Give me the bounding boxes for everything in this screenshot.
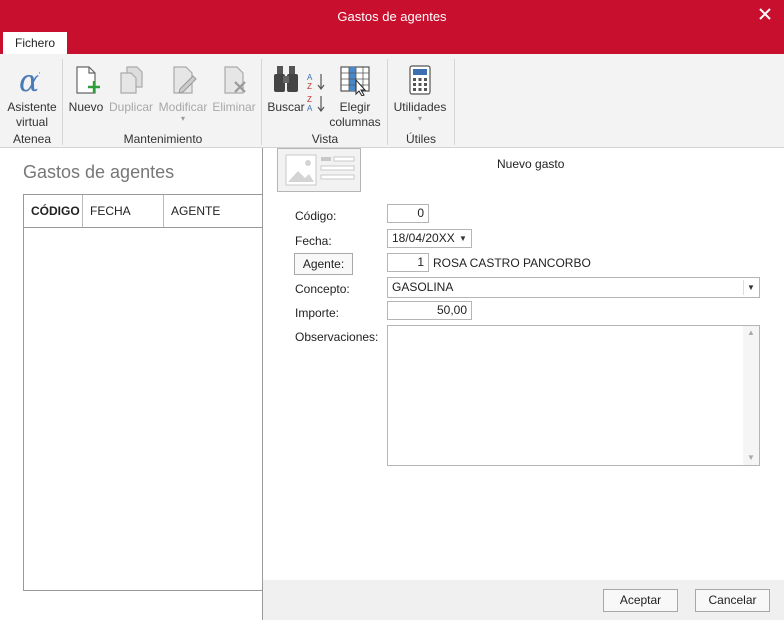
observaciones-textarea[interactable]: ▲ ▼ <box>387 325 760 466</box>
concepto-select[interactable]: GASOLINA ▼ <box>387 277 760 298</box>
observaciones-scrollbar[interactable]: ▲ ▼ <box>743 326 759 465</box>
sort-za-icon[interactable]: Z A <box>307 94 327 117</box>
observaciones-label: Observaciones: <box>295 330 379 344</box>
fecha-date-picker[interactable]: 18/04/20XX ▼ <box>387 229 472 248</box>
list-pane: Gastos de agentes CÓDIGO FECHA AGENTE <box>0 148 263 620</box>
scroll-down-icon[interactable]: ▼ <box>743 451 759 465</box>
form-title: Nuevo gasto <box>497 157 565 171</box>
group-label-utiles: Útiles <box>405 132 436 146</box>
image-card-icon <box>285 154 355 186</box>
utilidades-label: Utilidades <box>393 100 447 114</box>
concepto-label: Concepto: <box>295 282 350 296</box>
calculator-icon <box>409 65 431 95</box>
importe-field[interactable]: 50,00 <box>387 301 472 320</box>
modificar-button[interactable]: Modificar ▾ <box>156 64 210 123</box>
duplicar-button[interactable]: Duplicar <box>107 64 155 115</box>
duplicate-icon <box>120 66 143 94</box>
modificar-label: Modificar <box>158 100 208 114</box>
list-title: Gastos de agentes <box>23 162 175 182</box>
dialog-footer: Aceptar Cancelar <box>263 580 784 620</box>
asistente-label-2: virtual <box>15 115 48 129</box>
detail-pane: Nuevo gasto Código: 0 Fecha: 18/04/20XX … <box>263 148 784 620</box>
agente-code-field[interactable]: 1 <box>387 253 429 272</box>
ribbon-separator <box>261 59 262 145</box>
ribbon-separator <box>387 59 388 145</box>
buscar-label: Buscar <box>267 100 305 114</box>
accept-button[interactable]: Aceptar <box>603 589 678 612</box>
svg-text:·: · <box>38 69 41 79</box>
svg-text:Z: Z <box>307 95 312 104</box>
group-label-vista: Vista <box>311 132 339 146</box>
scroll-up-icon[interactable]: ▲ <box>743 326 759 340</box>
svg-text:A: A <box>307 73 313 82</box>
tab-fichero[interactable]: Fichero <box>3 32 67 54</box>
cancel-button[interactable]: Cancelar <box>695 589 770 612</box>
sort-az-icon[interactable]: A Z <box>307 72 327 95</box>
utilidades-button[interactable]: Utilidades ▾ <box>391 64 449 123</box>
alpha-icon: α · <box>19 64 41 96</box>
close-icon[interactable] <box>754 3 778 27</box>
buscar-button[interactable]: Buscar <box>265 64 307 115</box>
title-bar: Gastos de agentes <box>0 0 784 32</box>
asistente-label-1: Asistente <box>7 100 57 114</box>
importe-label: Importe: <box>295 306 340 320</box>
elegir-columnas-button[interactable]: Elegir columnas <box>329 64 381 130</box>
agente-button[interactable]: Agente: <box>294 253 353 275</box>
ribbon: α · Asistente virtual Atenea Nuevo Dupli… <box>0 54 784 148</box>
elegir-label-2: columnas <box>329 115 381 129</box>
concepto-value: GASOLINA <box>392 280 454 294</box>
codigo-field[interactable]: 0 <box>387 204 429 223</box>
concepto-dropdown-icon[interactable]: ▼ <box>743 280 758 295</box>
grid-header: CÓDIGO FECHA AGENTE <box>24 195 262 228</box>
asistente-virtual-button[interactable]: α · Asistente virtual <box>4 64 60 130</box>
nuevo-label: Nuevo <box>68 100 104 114</box>
group-label-mantenimiento: Mantenimiento <box>123 132 203 146</box>
column-header-codigo[interactable]: CÓDIGO <box>24 195 83 227</box>
svg-text:α: α <box>19 64 39 96</box>
column-header-agente[interactable]: AGENTE <box>164 195 262 227</box>
nuevo-button[interactable]: Nuevo <box>67 64 105 115</box>
fecha-dropdown-icon[interactable]: ▼ <box>456 231 470 246</box>
new-document-icon <box>76 66 100 94</box>
ribbon-tabstrip: Fichero <box>0 32 784 54</box>
delete-document-icon <box>224 66 246 94</box>
edit-document-icon <box>173 66 197 94</box>
record-image-placeholder[interactable] <box>277 148 361 192</box>
svg-text:A: A <box>307 104 313 113</box>
column-header-fecha[interactable]: FECHA <box>83 195 164 227</box>
modificar-dropdown-icon: ▾ <box>180 114 185 123</box>
columns-icon <box>340 66 370 96</box>
group-label-atenea: Atenea <box>12 132 52 146</box>
fecha-label: Fecha: <box>295 234 332 248</box>
eliminar-label: Eliminar <box>212 100 256 114</box>
fecha-value: 18/04/20XX <box>392 231 455 245</box>
ribbon-separator <box>454 59 455 145</box>
utilidades-dropdown-icon: ▾ <box>417 114 422 123</box>
ribbon-separator <box>62 59 63 145</box>
svg-text:Z: Z <box>307 82 312 91</box>
binoculars-icon <box>274 66 298 92</box>
agente-name: ROSA CASTRO PANCORBO <box>433 256 591 270</box>
codigo-label: Código: <box>295 209 337 223</box>
eliminar-button[interactable]: Eliminar <box>211 64 257 115</box>
window-title: Gastos de agentes <box>337 9 447 24</box>
elegir-label-1: Elegir <box>339 100 371 114</box>
duplicar-label: Duplicar <box>108 100 153 114</box>
records-grid[interactable]: CÓDIGO FECHA AGENTE <box>23 194 263 591</box>
